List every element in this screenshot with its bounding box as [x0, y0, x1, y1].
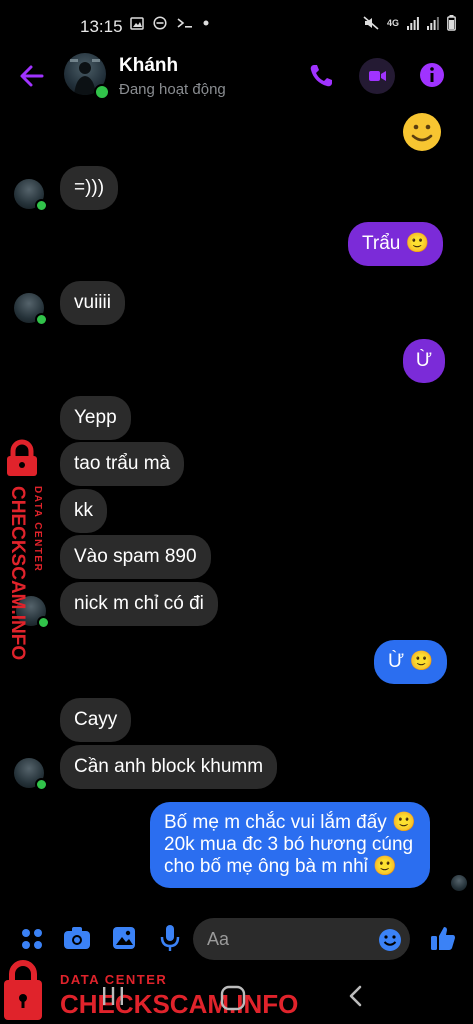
recent-apps-icon[interactable] [100, 985, 126, 1007]
message-bubble[interactable]: =))) [60, 166, 119, 210]
home-icon[interactable] [220, 985, 246, 1011]
message-bubble[interactable]: kk [60, 489, 107, 533]
message-bubble-multiline[interactable]: Bố mẹ m chắc vui lắm đấy 🙂 20k mua đc 3 … [150, 802, 430, 888]
message-bubble[interactable]: Ừ [403, 339, 445, 383]
message-bubble[interactable]: Yepp [60, 396, 131, 440]
lock-icon [4, 960, 42, 1020]
watermark-brand: CHECKSCAM.INFO [7, 486, 28, 660]
menu-icon[interactable] [20, 927, 44, 951]
video-call-button[interactable] [359, 58, 395, 94]
status-time: 13:15 [80, 17, 123, 36]
do-not-disturb-icon [153, 16, 167, 30]
battery-icon [447, 15, 456, 31]
online-indicator [35, 313, 48, 326]
network-label: 4G [387, 17, 400, 28]
message-bubble[interactable]: vuiiii [60, 281, 125, 325]
terminal-icon [177, 18, 192, 28]
message-bubble[interactable]: tao trẩu mà [60, 442, 185, 486]
mic-icon[interactable] [160, 924, 180, 952]
smile-emoji-icon[interactable] [402, 112, 442, 152]
camera-icon[interactable] [63, 926, 91, 950]
message-line: cho bố mẹ ông bà m nhỉ 🙂 [164, 856, 397, 877]
checkscam-watermark: CHECKSCAM.INFO DATA CENTER [7, 439, 43, 660]
phone-call-icon[interactable] [306, 61, 336, 91]
message-line: Bố mẹ m chắc vui lắm đấy 🙂 [164, 812, 416, 833]
signal-icon [427, 17, 439, 30]
info-icon[interactable] [418, 61, 446, 89]
online-indicator [35, 199, 48, 212]
4g-icon: 4G [387, 17, 400, 28]
gallery-icon[interactable] [112, 926, 136, 950]
message-bubble[interactable]: Cần anh block khumm [60, 745, 278, 789]
dot-icon [203, 20, 209, 26]
like-icon[interactable] [430, 925, 456, 951]
image-icon [130, 16, 144, 30]
checkscam-watermark-bottom: DATA CENTER CHECKSCAM.INFO [4, 960, 298, 1020]
message-bubble[interactable]: Vào spam 890 [60, 535, 211, 579]
video-camera-icon [369, 71, 386, 81]
watermark-top-label: DATA CENTER [32, 486, 43, 572]
signal-icon [407, 17, 419, 30]
message-line: 20k mua đc 3 bó hương cúng [164, 834, 414, 855]
back-arrow-icon[interactable] [18, 62, 46, 90]
mute-icon [363, 16, 379, 30]
online-indicator [94, 84, 110, 100]
message-bubble[interactable]: Cayy [60, 698, 132, 742]
status-left-icons [130, 16, 209, 30]
lock-icon [7, 439, 37, 476]
message-bubble[interactable]: nick m chỉ có đi [60, 582, 218, 626]
contact-status: Đang hoạt động [119, 81, 226, 98]
seen-receipt-avatar [451, 875, 467, 891]
emoji-icon[interactable] [378, 928, 402, 952]
back-nav-icon[interactable] [345, 984, 367, 1008]
contact-name[interactable]: Khánh [119, 55, 178, 77]
watermark-brand: CHECKSCAM.INFO [60, 989, 298, 1019]
message-bubble[interactable]: Trẩu 🙂 [348, 222, 444, 266]
message-bubble[interactable]: Ừ 🙂 [374, 640, 448, 684]
status-right-icons: 4G [363, 15, 456, 31]
message-input-placeholder: Aa [207, 929, 230, 949]
online-indicator [35, 778, 48, 791]
